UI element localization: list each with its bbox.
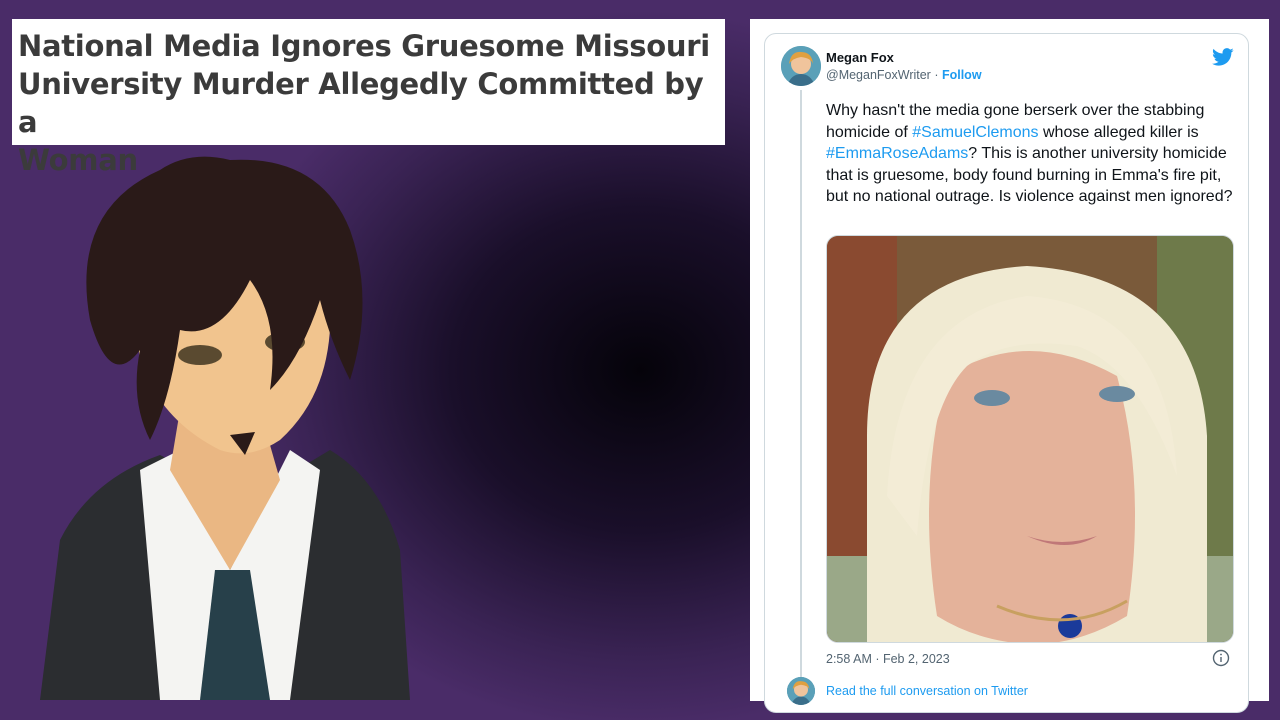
tweet-text-part-2: whose alleged killer is [1038,123,1199,141]
author-name[interactable]: Megan Fox [826,50,894,65]
headline-line-1: National Media Ignores Gruesome Missouri [18,29,710,63]
hashtag-emma-rose-adams[interactable]: #EmmaRoseAdams [826,145,968,162]
handle-separator: · [930,68,942,82]
tweet-panel: Megan Fox @MeganFoxWriter · Follow Why h… [750,19,1269,713]
tweet-timestamp[interactable]: 2:58 AM · Feb 2, 2023 [826,652,950,666]
author-avatar[interactable] [781,46,821,86]
follow-link[interactable]: Follow [942,68,982,82]
anime-character-illustration [40,156,410,700]
info-icon[interactable] [1212,649,1230,667]
headline-line-2: University Murder Allegedly Committed by… [18,67,704,139]
author-handle-row: @MeganFoxWriter · Follow [826,68,982,82]
headline-card: National Media Ignores Gruesome Missouri… [12,19,725,177]
tweet-text: Why hasn't the media gone berserk over t… [826,100,1236,208]
read-conversation-link[interactable]: Read the full conversation on Twitter [826,684,1028,698]
author-handle[interactable]: @MeganFoxWriter [826,68,931,82]
tweet-card: Megan Fox @MeganFoxWriter · Follow Why h… [764,33,1249,713]
reply-author-avatar[interactable] [787,677,815,705]
tweet-photo[interactable] [826,235,1234,643]
hashtag-samuel-clemons[interactable]: #SamuelClemons [912,124,1038,141]
thread-connector-line [800,90,802,680]
twitter-bird-icon[interactable] [1212,46,1234,68]
